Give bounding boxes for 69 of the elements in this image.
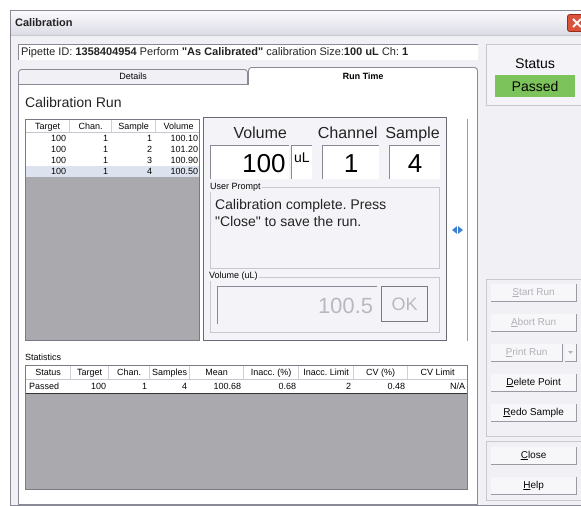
- prompt-text: Calibration complete. Press "Close" to save the run.: [215, 196, 388, 230]
- table-cell-text: 100: [50, 144, 67, 155]
- table-cell-text: 1: [102, 133, 109, 144]
- volume-value: 100: [210, 145, 289, 179]
- channel-value: 1: [322, 145, 379, 179]
- table-cell-text: 100.10: [169, 133, 199, 144]
- table-cell-text: 2: [344, 380, 352, 393]
- section-label: Statistics: [25, 352, 62, 363]
- volume-label: Volume: [232, 124, 288, 144]
- close-button[interactable]: [567, 14, 581, 32]
- column-header: Target: [71, 366, 109, 379]
- group-label: User Prompt: [210, 181, 262, 192]
- table-cell-text: 100.68: [212, 380, 242, 393]
- table-row[interactable]: 100 1 3 100.90: [26, 155, 199, 166]
- column-header: Target: [26, 120, 70, 132]
- tab[interactable]: Run Time: [248, 67, 478, 85]
- unit-value: uL: [290, 145, 312, 179]
- column-header: Inacc. Limit: [299, 366, 354, 379]
- channel-label: Channel: [316, 124, 378, 144]
- column-header: Inacc. (%): [244, 366, 299, 379]
- table-row[interactable]: 100 1 1 100.10: [26, 133, 199, 144]
- column-header: Samples: [150, 366, 190, 379]
- table-cell-text: 3: [146, 155, 153, 166]
- splitter-arrows-icon: [452, 226, 463, 234]
- table-cell-text: 4: [146, 166, 153, 177]
- table-row[interactable]: 100 1 2 101.20: [26, 144, 199, 155]
- table-cell-text: N/A: [448, 380, 466, 393]
- group-label: Volume (uL): [209, 270, 259, 281]
- table-cell-text: 1: [102, 155, 109, 166]
- action-button[interactable]: Redo Sample: [491, 404, 577, 422]
- table-cell-text: 100: [50, 133, 67, 144]
- close-icon: [572, 18, 581, 28]
- table-cell-text: 1: [140, 380, 148, 393]
- status-label: Status: [515, 55, 555, 71]
- table-cell-text: 101.20: [169, 144, 199, 155]
- table-cell-text: Passed: [28, 380, 60, 393]
- table-cell-text: 1: [102, 144, 109, 155]
- table-cell-text: 2: [146, 144, 153, 155]
- table-cell-text: 100: [90, 380, 107, 393]
- column-header: Volume: [156, 120, 199, 132]
- sample-value: 4: [389, 145, 440, 179]
- column-header: Sample: [112, 120, 156, 132]
- table-cell-text: 0.48: [386, 380, 406, 393]
- sample-label: Sample: [384, 124, 440, 144]
- table-row[interactable]: 100 1 4 100.50: [26, 166, 199, 177]
- table-cell-text: 0.68: [277, 380, 297, 393]
- table-cell-text: 4: [180, 380, 188, 393]
- action-button[interactable]: Help: [491, 477, 577, 495]
- table-cell-text: 100: [50, 155, 67, 166]
- status-value: Passed: [495, 75, 575, 97]
- table-cell-text: 1: [102, 166, 109, 177]
- action-button[interactable]: Delete Point: [491, 374, 577, 392]
- column-header: Chan.: [70, 120, 112, 132]
- table-cell-text: 100.90: [169, 155, 199, 166]
- column-header: Mean: [190, 366, 244, 379]
- dropdown-button[interactable]: [565, 344, 577, 362]
- tab[interactable]: Details: [18, 69, 248, 85]
- column-header: CV Limit: [408, 366, 467, 379]
- table-cell-text: 100: [50, 166, 67, 177]
- action-button[interactable]: Close: [491, 447, 577, 465]
- pipette-info-bar: Pipette ID: 1358404954 Perform "As Calibrated" calibration Size:100 uL Ch: 1: [18, 44, 478, 60]
- column-header: Status: [26, 366, 71, 379]
- table-cell-text: 1: [146, 133, 153, 144]
- column-header: Chan.: [109, 366, 150, 379]
- window-title: Calibration: [14, 16, 72, 31]
- column-header: CV (%): [354, 366, 408, 379]
- caret-icon: [568, 351, 573, 354]
- section-title: Calibration Run: [25, 93, 122, 111]
- table-cell-text: 100.50: [169, 166, 199, 177]
